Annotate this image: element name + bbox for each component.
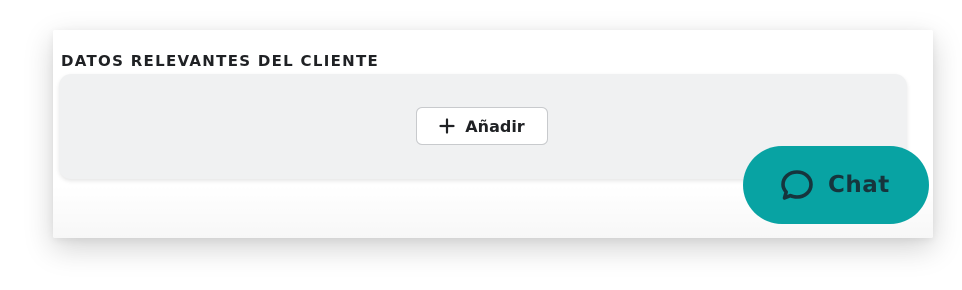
section-title: DATOS RELEVANTES DEL CLIENTE	[61, 52, 380, 70]
chat-bubble-icon	[779, 167, 815, 203]
chat-button[interactable]: Chat	[743, 146, 929, 224]
chat-button-label: Chat	[828, 172, 890, 198]
plus-icon	[439, 118, 455, 134]
add-button[interactable]: Añadir	[416, 107, 548, 145]
add-button-label: Añadir	[465, 116, 525, 136]
